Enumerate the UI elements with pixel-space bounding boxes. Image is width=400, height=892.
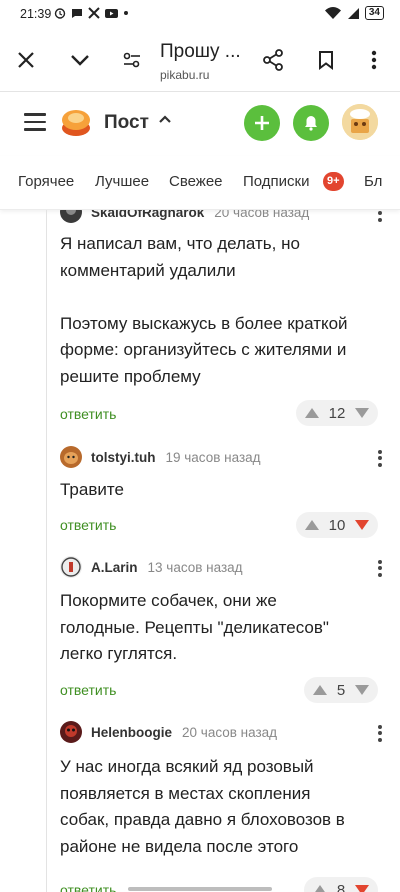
- comment-author[interactable]: Helenboogie: [91, 725, 172, 740]
- tab-subscriptions[interactable]: Подписки: [243, 173, 310, 190]
- thread-line: [46, 210, 47, 892]
- reply-button[interactable]: ответить: [60, 882, 116, 892]
- plus-icon: [255, 116, 269, 130]
- comment-time: 19 часов назад: [165, 449, 261, 465]
- vote-count: 10: [328, 516, 346, 534]
- upvote-icon[interactable]: [304, 519, 320, 531]
- more-vert-icon[interactable]: [360, 46, 388, 74]
- comment-line: легко гуглятся.: [60, 644, 178, 663]
- site-settings-icon[interactable]: [118, 46, 146, 74]
- avatar[interactable]: [60, 210, 82, 223]
- menu-icon[interactable]: [24, 113, 46, 131]
- comment-text: Травите: [60, 477, 380, 504]
- comment-header: tolstyi.tuh 19 часов назад: [60, 445, 261, 469]
- page-domain: pikabu.ru: [160, 68, 210, 82]
- comment-time: 20 часов назад: [182, 724, 278, 740]
- user-avatar[interactable]: [342, 104, 378, 140]
- comment-line: решите проблему: [60, 366, 201, 386]
- comment-more-icon[interactable]: [378, 210, 384, 224]
- chevron-up-icon[interactable]: [158, 114, 172, 124]
- comment-line: районе не видела после этого: [60, 836, 299, 856]
- vote-count: 5: [336, 681, 346, 699]
- comment-author[interactable]: tolstyi.tuh: [91, 450, 156, 465]
- horizontal-scroll-indicator[interactable]: [128, 887, 272, 891]
- notification-icons: [54, 7, 129, 19]
- comment-header: A.Larin 13 часов назад: [60, 555, 243, 579]
- comment-text: Я написал вам, что делать, но комментари…: [60, 231, 380, 390]
- dot-icon: [124, 11, 128, 15]
- youtube-icon: [105, 9, 118, 18]
- comment-line: [60, 284, 380, 311]
- battery-indicator: 34: [364, 6, 384, 20]
- comment-line: Я написал вам, что делать, но: [60, 234, 300, 253]
- feed-tabs: Горячее Лучшее Свежее Подписки 9+ Бл: [0, 156, 400, 210]
- comment-text: У нас иногда всякий яд розовый появляетс…: [60, 754, 380, 860]
- comment-author[interactable]: A.Larin: [91, 560, 138, 575]
- comment-line: У нас иногда всякий яд розовый: [60, 757, 314, 776]
- upvote-icon[interactable]: [312, 884, 328, 892]
- chat-icon: [72, 9, 82, 18]
- comment-header: Helenboogie 20 часов назад: [60, 720, 277, 744]
- comment-time: 20 часов назад: [214, 210, 310, 220]
- vote-count: 12: [328, 404, 346, 422]
- alarm-icon: [54, 8, 66, 19]
- comment-line: комментарий удалили: [60, 260, 236, 280]
- tab-blogs[interactable]: Бл: [364, 173, 382, 190]
- share-icon[interactable]: [259, 46, 287, 74]
- comment-line: голодные. Рецепты "деликатесов": [60, 617, 329, 637]
- comment-more-icon[interactable]: [378, 447, 384, 469]
- comment-line: Покормите собачек, они же: [60, 591, 277, 610]
- avatar[interactable]: [60, 556, 82, 578]
- reply-button[interactable]: ответить: [60, 517, 116, 533]
- upvote-icon[interactable]: [304, 407, 320, 419]
- comment-line: появляется в местах скопления: [60, 783, 311, 803]
- comment-author[interactable]: SkaldOfRagnarok: [91, 210, 204, 220]
- comment-line: собак, правда давно я блоховозов в: [60, 810, 345, 829]
- avatar[interactable]: [60, 446, 82, 468]
- vote-control: 8: [304, 877, 378, 892]
- chevron-down-icon[interactable]: [66, 46, 94, 74]
- add-post-button[interactable]: [244, 105, 280, 141]
- vote-control: 5: [304, 677, 378, 703]
- comment-line: форме: организуйтесь с жителями и: [60, 340, 347, 359]
- comment-header: SkaldOfRagnarok 20 часов назад: [60, 210, 309, 224]
- section-title[interactable]: Пост: [104, 112, 149, 134]
- close-icon[interactable]: [12, 46, 40, 74]
- wifi-icon: [324, 6, 341, 19]
- notifications-button[interactable]: [293, 105, 329, 141]
- reply-button[interactable]: ответить: [60, 406, 116, 422]
- upvote-icon[interactable]: [312, 684, 328, 696]
- x-app-icon: [88, 7, 100, 19]
- status-bar: 21:39 34: [0, 0, 400, 30]
- vote-control: 12: [296, 400, 378, 426]
- vote-control: 10: [296, 512, 378, 538]
- comment-line: Травите: [60, 480, 124, 499]
- vote-count: 8: [336, 881, 346, 892]
- system-icons: 34: [324, 6, 384, 20]
- comment-text: Покормите собачек, они же голодные. Реце…: [60, 588, 380, 668]
- comment-time: 13 часов назад: [147, 559, 243, 575]
- comments-list: SkaldOfRagnarok 20 часов назад Я написал…: [0, 210, 400, 892]
- comment-more-icon[interactable]: [378, 722, 384, 744]
- page-title: Прошу ...: [160, 41, 241, 62]
- site-header: Пост: [0, 92, 400, 156]
- avatar[interactable]: [60, 721, 82, 743]
- signal-icon: [347, 7, 359, 19]
- tab-hot[interactable]: Горячее: [18, 173, 74, 190]
- downvote-icon[interactable]: [354, 519, 370, 531]
- tab-fresh[interactable]: Свежее: [169, 173, 223, 190]
- comment-more-icon[interactable]: [378, 557, 384, 579]
- downvote-icon[interactable]: [354, 684, 370, 696]
- downvote-icon[interactable]: [354, 407, 370, 419]
- pikabu-logo[interactable]: [60, 106, 92, 138]
- browser-toolbar: Прошу ... pikabu.ru: [0, 30, 400, 92]
- tab-best[interactable]: Лучшее: [95, 173, 149, 190]
- subscriptions-badge: 9+: [323, 172, 344, 191]
- downvote-icon[interactable]: [354, 884, 370, 892]
- reply-button[interactable]: ответить: [60, 682, 116, 698]
- comment-line: Поэтому выскажусь в более краткой: [60, 313, 348, 333]
- bell-icon: [305, 116, 317, 131]
- status-time: 21:39: [20, 7, 52, 21]
- bookmark-icon[interactable]: [312, 46, 340, 74]
